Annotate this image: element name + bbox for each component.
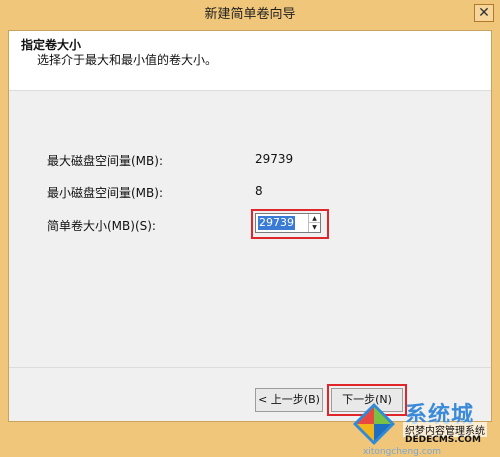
wizard-client-area: 指定卷大小 选择介于最大和最小值的卷大小。 最大磁盘空间量(MB): 29739… [8,30,492,457]
spin-down-icon[interactable]: ▼ [309,223,320,232]
volume-size-label: 简单卷大小(MB)(S): [47,219,156,233]
wizard-window: 新建简单卷向导 ✕ 指定卷大小 选择介于最大和最小值的卷大小。 最大磁盘空间量(… [0,0,500,457]
footer-divider [9,367,491,368]
min-space-label: 最小磁盘空间量(MB): [47,186,163,200]
wizard-header: 指定卷大小 选择介于最大和最小值的卷大小。 [9,31,491,91]
title-bar: 新建简单卷向导 ✕ [0,0,500,30]
stepper-arrows: ▲ ▼ [308,214,320,232]
back-button[interactable]: < 上一步(B) [255,388,323,412]
watermark-line3: xitongcheng.com [363,447,441,457]
volume-size-input[interactable]: 29739 [258,216,295,230]
volume-size-stepper[interactable]: 29739 ▲ ▼ [255,213,321,233]
page-subtitle: 选择介于最大和最小值的卷大小。 [37,53,218,67]
spin-up-icon[interactable]: ▲ [309,214,320,223]
windows-logo-icon [353,403,395,445]
window-title: 新建简单卷向导 [204,7,296,22]
watermark: 系统城 织梦内容管理系统 DEDECMS.COM xitongcheng.com [351,397,500,457]
max-space-label: 最大磁盘空间量(MB): [47,154,163,168]
close-icon[interactable]: ✕ [474,4,494,22]
max-space-value: 29739 [255,152,294,166]
watermark-line2: DEDECMS.COM [405,435,481,445]
min-space-value: 8 [255,184,263,198]
